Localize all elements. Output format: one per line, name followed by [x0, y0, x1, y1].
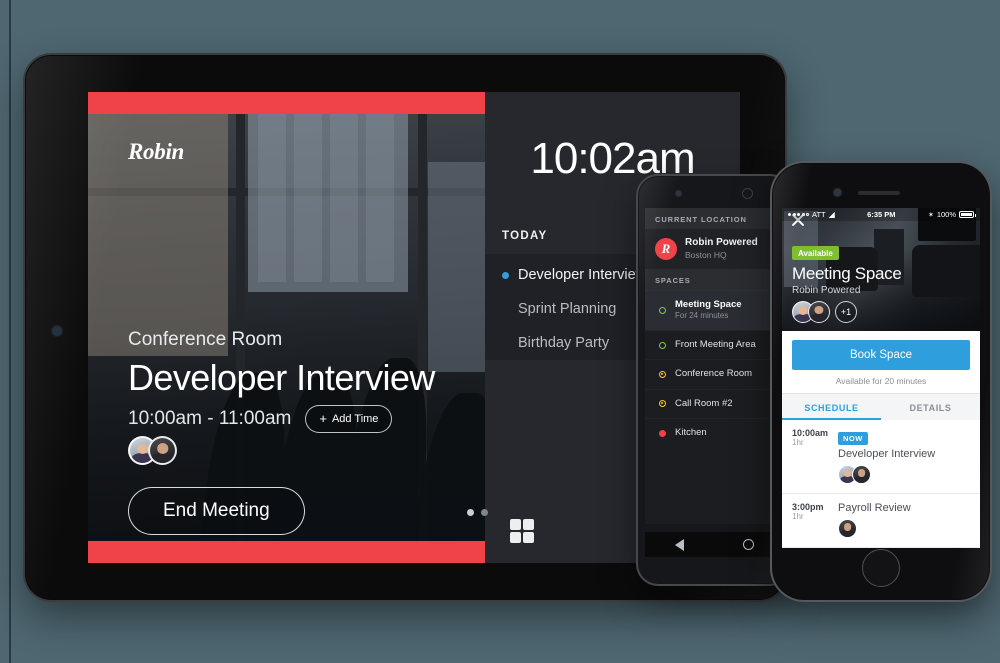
status-led-icon	[659, 370, 666, 378]
top-accent-bar	[88, 92, 485, 114]
event-time: 3:00pm	[792, 502, 824, 512]
list-item[interactable]: Conference Room	[645, 359, 783, 388]
book-space-section: Book Space Available for 20 minutes	[782, 331, 980, 393]
attendee-avatars	[128, 436, 177, 465]
page-dot[interactable]	[481, 509, 488, 516]
status-badge: Available	[792, 246, 839, 261]
current-location-header: CURRENT LOCATION	[645, 208, 783, 229]
status-time: 6:35 PM	[867, 210, 896, 219]
avatar	[838, 519, 857, 538]
status-led-icon	[659, 400, 666, 408]
space-name: Front Meeting Area	[675, 338, 756, 350]
event-name: Developer Interview	[838, 448, 936, 460]
tab-schedule[interactable]: SCHEDULE	[782, 394, 881, 420]
battery-icon	[959, 211, 976, 218]
status-led-icon	[659, 341, 666, 349]
list-item[interactable]: Front Meeting Area	[645, 330, 783, 359]
book-space-button[interactable]: Book Space	[792, 340, 970, 370]
current-location-row[interactable]: R Robin Powered Boston HQ	[645, 229, 783, 270]
today-label: TODAY	[502, 230, 548, 242]
list-item[interactable]: Meeting Space For 24 minutes	[645, 290, 783, 330]
meeting-title: Developer Interview	[128, 357, 435, 398]
robin-logo: Robin	[128, 139, 185, 164]
attendee-avatars	[838, 519, 970, 538]
plus-icon: +	[319, 411, 327, 426]
meeting-time-range: 10:00am - 11:00am	[128, 408, 292, 429]
schedule-list: 10:00am 1hr NOW Developer Interview 3:00…	[782, 420, 980, 548]
home-icon[interactable]	[742, 539, 754, 550]
space-name: Conference Room	[675, 368, 753, 380]
event-duration: 1hr	[792, 438, 804, 447]
space-subtitle: Robin Powered	[792, 285, 861, 296]
iphone-camera-icon	[834, 189, 841, 196]
android-sensor-icon	[742, 188, 753, 199]
home-button[interactable]	[862, 549, 900, 587]
list-item[interactable]: Call Room #2	[645, 389, 783, 418]
list-item[interactable]: Kitchen	[645, 418, 783, 447]
location-name: Robin Powered	[685, 237, 758, 248]
event-time: 10:00am	[792, 428, 829, 438]
iphone-speaker-icon	[858, 191, 900, 195]
tab-details[interactable]: DETAILS	[881, 394, 980, 420]
page-indicator-dots[interactable]	[467, 509, 488, 516]
add-time-label: Add Time	[331, 412, 379, 425]
extra-attendees-badge[interactable]: +1	[835, 301, 857, 323]
robin-logo-icon: R	[655, 237, 677, 260]
carrier-label: ATT	[812, 210, 826, 219]
signal-icon	[788, 213, 809, 216]
iphone-device: ATT ◢ 6:35 PM ✶ 100% Available Meeting S…	[772, 163, 990, 600]
event-name: Payroll Review	[838, 502, 911, 514]
avatar	[852, 465, 871, 484]
grid-menu-icon[interactable]	[510, 519, 534, 543]
status-led-icon	[659, 429, 666, 437]
attendee-avatars	[838, 465, 970, 484]
event-status-dot	[502, 271, 509, 279]
end-meeting-button[interactable]: End Meeting	[128, 487, 305, 535]
clock-display: 10:02am	[530, 134, 695, 183]
room-name-label: Conference Room	[128, 329, 283, 350]
spaces-header: SPACES	[645, 269, 783, 291]
location-sub: Boston HQ	[685, 249, 727, 260]
tab-bar: SCHEDULE DETAILS	[782, 393, 980, 420]
event-status-dot	[502, 306, 509, 313]
now-badge: NOW	[838, 432, 868, 445]
meeting-info-block: Conference Room Developer Interview 10:0…	[128, 329, 435, 433]
event-duration: 1hr	[792, 512, 804, 521]
table-row[interactable]: 3:00pm 1hr Payroll Review	[782, 494, 980, 548]
android-navigation-bar	[645, 532, 783, 557]
avatar	[148, 436, 177, 465]
avatar	[808, 301, 830, 323]
status-led-icon	[659, 306, 666, 314]
add-time-button[interactable]: + Add Time	[305, 405, 393, 433]
space-name: Kitchen	[675, 426, 707, 438]
space-name: Meeting Space	[675, 299, 742, 311]
android-phone-device: CURRENT LOCATION R Robin Powered Boston …	[638, 176, 790, 584]
android-camera-icon	[676, 191, 681, 196]
android-screen: CURRENT LOCATION R Robin Powered Boston …	[645, 208, 783, 524]
space-sub: For 24 minutes	[675, 311, 729, 321]
bluetooth-icon: ✶	[927, 211, 934, 219]
ios-status-bar: ATT ◢ 6:35 PM ✶ 100%	[782, 208, 980, 221]
space-hero-info: Available Meeting Space Robin Powered +1	[792, 243, 902, 323]
left-edge-rule	[9, 0, 11, 663]
page-title: Meeting Space	[792, 264, 902, 284]
space-name: Call Room #2	[675, 397, 733, 409]
event-status-dot	[502, 340, 509, 347]
tablet-camera-icon	[53, 327, 61, 335]
attendee-avatars: +1	[792, 301, 902, 323]
table-row[interactable]: 10:00am 1hr NOW Developer Interview	[782, 420, 980, 494]
availability-label: Available for 20 minutes	[835, 376, 927, 386]
back-icon[interactable]	[674, 538, 684, 551]
tablet-room-display-pane: Robin Conference Room Developer Intervie…	[88, 92, 485, 563]
page-dot[interactable]	[467, 509, 474, 516]
battery-percent: 100%	[936, 210, 956, 219]
bottom-accent-bar	[88, 541, 485, 563]
space-hero-photo: ATT ◢ 6:35 PM ✶ 100% Available Meeting S…	[782, 208, 980, 331]
iphone-screen: ATT ◢ 6:35 PM ✶ 100% Available Meeting S…	[782, 208, 980, 548]
